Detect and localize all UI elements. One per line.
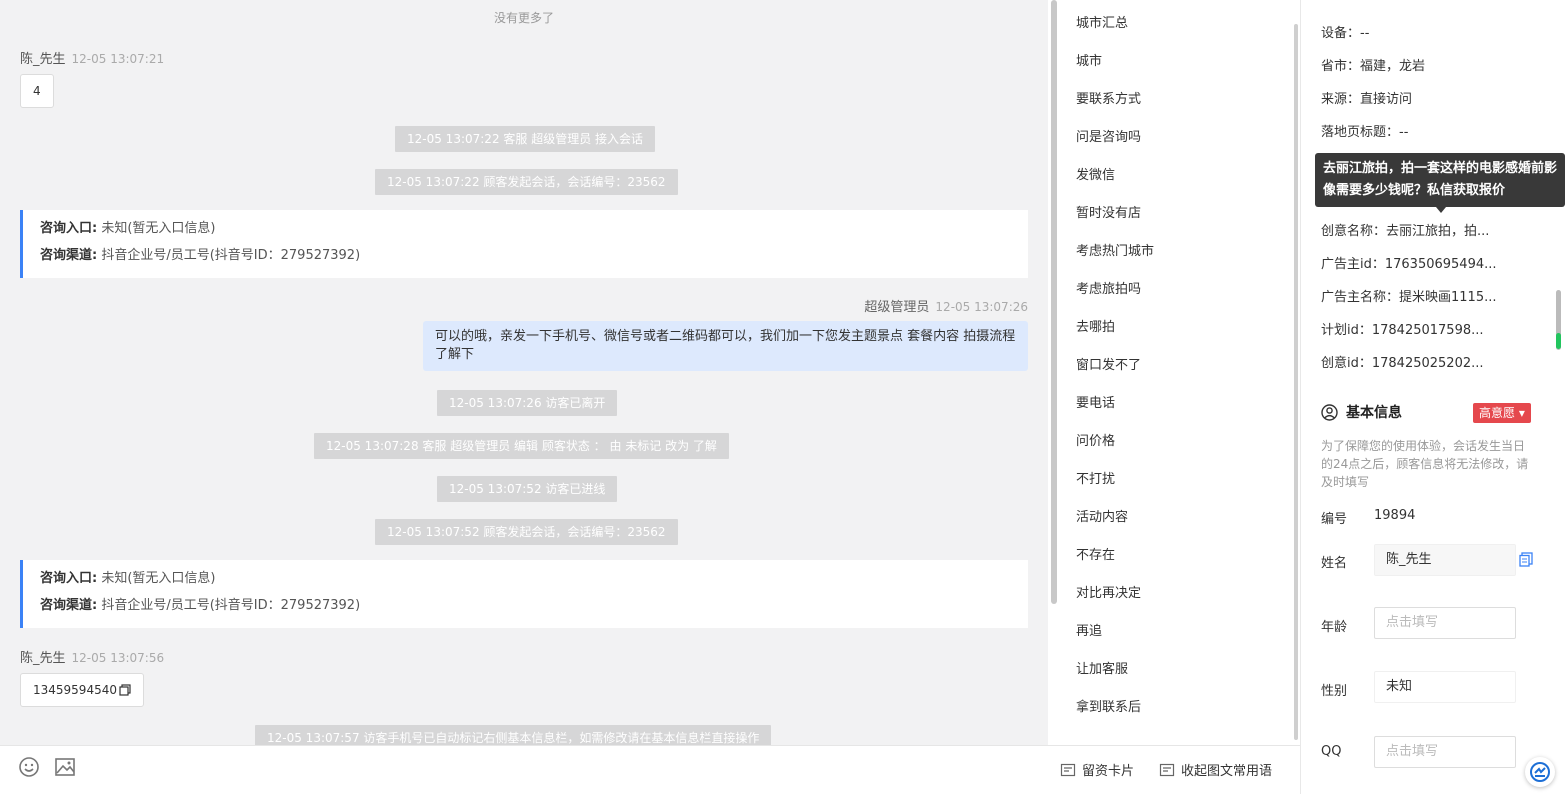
channel-label: 咨询渠道: [40,598,98,613]
age-field[interactable]: 点击填写 [1374,607,1516,639]
quick-reply-item[interactable]: 不打扰 [1076,468,1115,487]
creative-name-info: 创意名称：去丽江旅拍，拍... [1321,224,1490,239]
agent-name: 超级管理员 [864,300,930,315]
entry-label: 咨询入口: [40,571,98,586]
qq-field[interactable]: 点击填写 [1374,736,1516,768]
customer-info-panel: 设备：-- 省市：福建，龙岩 来源：直接访问 落地页标题：-- 创意名称：去丽江… [1300,0,1565,794]
quick-reply-item[interactable]: 再追 [1076,620,1102,639]
name-label: 姓名 [1321,556,1348,571]
quick-reply-item[interactable]: 城市汇总 [1076,12,1128,31]
entry-info-card: 咨询入口: 未知(暂无入口信息) 咨询渠道: 抖音企业号/员工号(抖音号ID：2… [20,210,1028,278]
source-info: 来源：直接访问 [1321,92,1413,107]
quick-replies-panel: 城市汇总 城市 要联系方式 问是咨询吗 发微信 暂时没有店 考虑热门城市 考虑旅… [1060,0,1300,745]
gender-select[interactable]: 未知 [1374,671,1516,703]
no-more-label: 没有更多了 [493,11,554,25]
quick-replies-scrollbar[interactable] [1294,24,1298,740]
quick-replies-toolbar: 留资卡片 收起图文常用语 [1048,745,1300,794]
entry-info-card: 咨询入口: 未知(暂无入口信息) 咨询渠道: 抖音企业号/员工号(抖音号ID：2… [20,560,1028,628]
basic-info-label: 基本信息 [1346,405,1402,421]
edit-notice: 为了保障您的使用体验，会话发生当日的24点之后，顾客信息将无法修改，请及时填写 [1321,439,1529,489]
quick-reply-item[interactable]: 拿到联系后 [1076,696,1141,715]
sender-meta: 陈_先生 12-05 13:07:21 [20,48,164,67]
province-info: 省市：福建，龙岩 [1321,59,1426,74]
copy-icon[interactable] [1519,552,1533,567]
collapse-phrases-button[interactable]: 收起图文常用语 [1159,760,1272,779]
lead-card-button[interactable]: 留资卡片 [1060,760,1134,779]
number-value: 19894 [1374,508,1416,523]
basic-info-title: 基本信息 [1321,402,1402,422]
agent-meta: 超级管理员 12-05 13:07:26 [864,296,1028,315]
assistant-float-button[interactable] [1525,757,1555,787]
intent-badge[interactable]: 高意愿 ▾ [1473,403,1531,423]
age-label: 年龄 [1321,620,1348,635]
quick-reply-item[interactable]: 活动内容 [1076,506,1128,525]
entry-label: 咨询入口: [40,221,98,236]
visitor-message: 4 [20,74,54,108]
info-scrollbar-indicator [1556,333,1561,349]
system-message: 12-05 13:07:22 客服 超级管理员 接入会话 [395,126,656,152]
name-field[interactable]: 陈_先生 [1374,544,1516,576]
qq-label: QQ [1321,744,1342,759]
quick-reply-item[interactable]: 要联系方式 [1076,88,1141,107]
tooltip-arrow [1436,207,1446,213]
lead-card-label: 留资卡片 [1082,764,1135,779]
user-circle-icon [1321,403,1338,421]
plan-id-info: 计划id：178425017598... [1321,323,1484,338]
system-message: 12-05 13:07:26 访客已离开 [437,390,618,416]
phone-number: 13459594540 [33,683,117,697]
quick-reply-item[interactable]: 发微信 [1076,164,1115,183]
sender-name: 陈_先生 [20,651,66,666]
quick-reply-item[interactable]: 对比再决定 [1076,582,1141,601]
intent-badge-label: 高意愿 [1479,406,1516,420]
quick-reply-item[interactable]: 去哪拍 [1076,316,1115,335]
input-toolbar [0,745,1048,794]
quick-reply-item[interactable]: 要电话 [1076,392,1115,411]
sender-name: 陈_先生 [20,52,66,67]
landing-title-info: 落地页标题：-- [1321,125,1409,140]
collapse-phrases-label: 收起图文常用语 [1181,764,1273,779]
card-icon [1060,763,1076,776]
quick-reply-item[interactable]: 考虑旅拍吗 [1076,278,1141,297]
creative-id-info: 创意id：178425025202... [1321,356,1484,371]
channel-value: 抖音企业号/员工号(抖音号ID：279527392) [101,598,361,613]
message-time: 12-05 13:07:21 [71,52,165,66]
quick-reply-item[interactable]: 考虑热门城市 [1076,240,1154,259]
quick-reply-item[interactable]: 问是咨询吗 [1076,126,1141,145]
advertiser-name-info: 广告主名称：提米映画1115... [1321,290,1497,305]
creative-tooltip: 去丽江旅拍，拍一套这样的电影感婚前影像需要多少钱呢？私信获取报价 [1315,153,1565,207]
sender-meta: 陈_先生 12-05 13:07:56 [20,647,164,666]
number-label: 编号 [1321,512,1348,527]
system-message: 12-05 13:07:57 访客手机号已自动标记右侧基本信息栏，如需修改请在基… [255,725,772,745]
gender-label: 性别 [1321,684,1348,699]
system-message: 12-05 13:07:52 顾客发起会话，会话编号：23562 [375,519,678,545]
copy-icon[interactable] [119,684,131,696]
channel-label: 咨询渠道: [40,248,98,263]
quick-reply-item[interactable]: 让加客服 [1076,658,1128,677]
message-time: 12-05 13:07:26 [935,300,1028,314]
system-message: 12-05 13:07:52 访客已进线 [437,476,618,502]
quick-reply-item[interactable]: 问价格 [1076,430,1115,449]
chat-scrollbar[interactable] [1051,0,1057,604]
chat-panel: 没有更多了 陈_先生 12-05 13:07:21 4 12-05 13:07:2… [0,0,1048,745]
smile-icon[interactable] [18,756,40,778]
image-icon[interactable] [54,756,76,778]
assistant-icon [1530,762,1550,782]
channel-value: 抖音企业号/员工号(抖音号ID：279527392) [101,248,361,263]
agent-message: 可以的哦，亲发一下手机号、微信号或者二维码都可以，我们加一下您发主题景点 套餐内… [423,321,1028,371]
quick-reply-item[interactable]: 暂时没有店 [1076,202,1141,221]
system-message: 12-05 13:07:28 客服 超级管理员 编辑 顾客状态 ： 由 未标记 … [314,433,729,459]
message-time: 12-05 13:07:56 [71,651,165,665]
system-message: 12-05 13:07:22 顾客发起会话，会话编号：23562 [375,169,678,195]
quick-reply-item[interactable]: 窗口发不了 [1076,354,1141,373]
visitor-message: 13459594540 [20,673,144,707]
card-icon [1159,763,1175,776]
quick-reply-item[interactable]: 不存在 [1076,544,1115,563]
quick-reply-item[interactable]: 城市 [1076,50,1102,69]
entry-value: 未知(暂无入口信息) [101,571,216,586]
entry-value: 未知(暂无入口信息) [101,221,216,236]
device-info: 设备：-- [1321,26,1370,41]
advertiser-id-info: 广告主id：176350695494... [1321,257,1497,272]
caret-down-icon: ▾ [1518,406,1525,420]
